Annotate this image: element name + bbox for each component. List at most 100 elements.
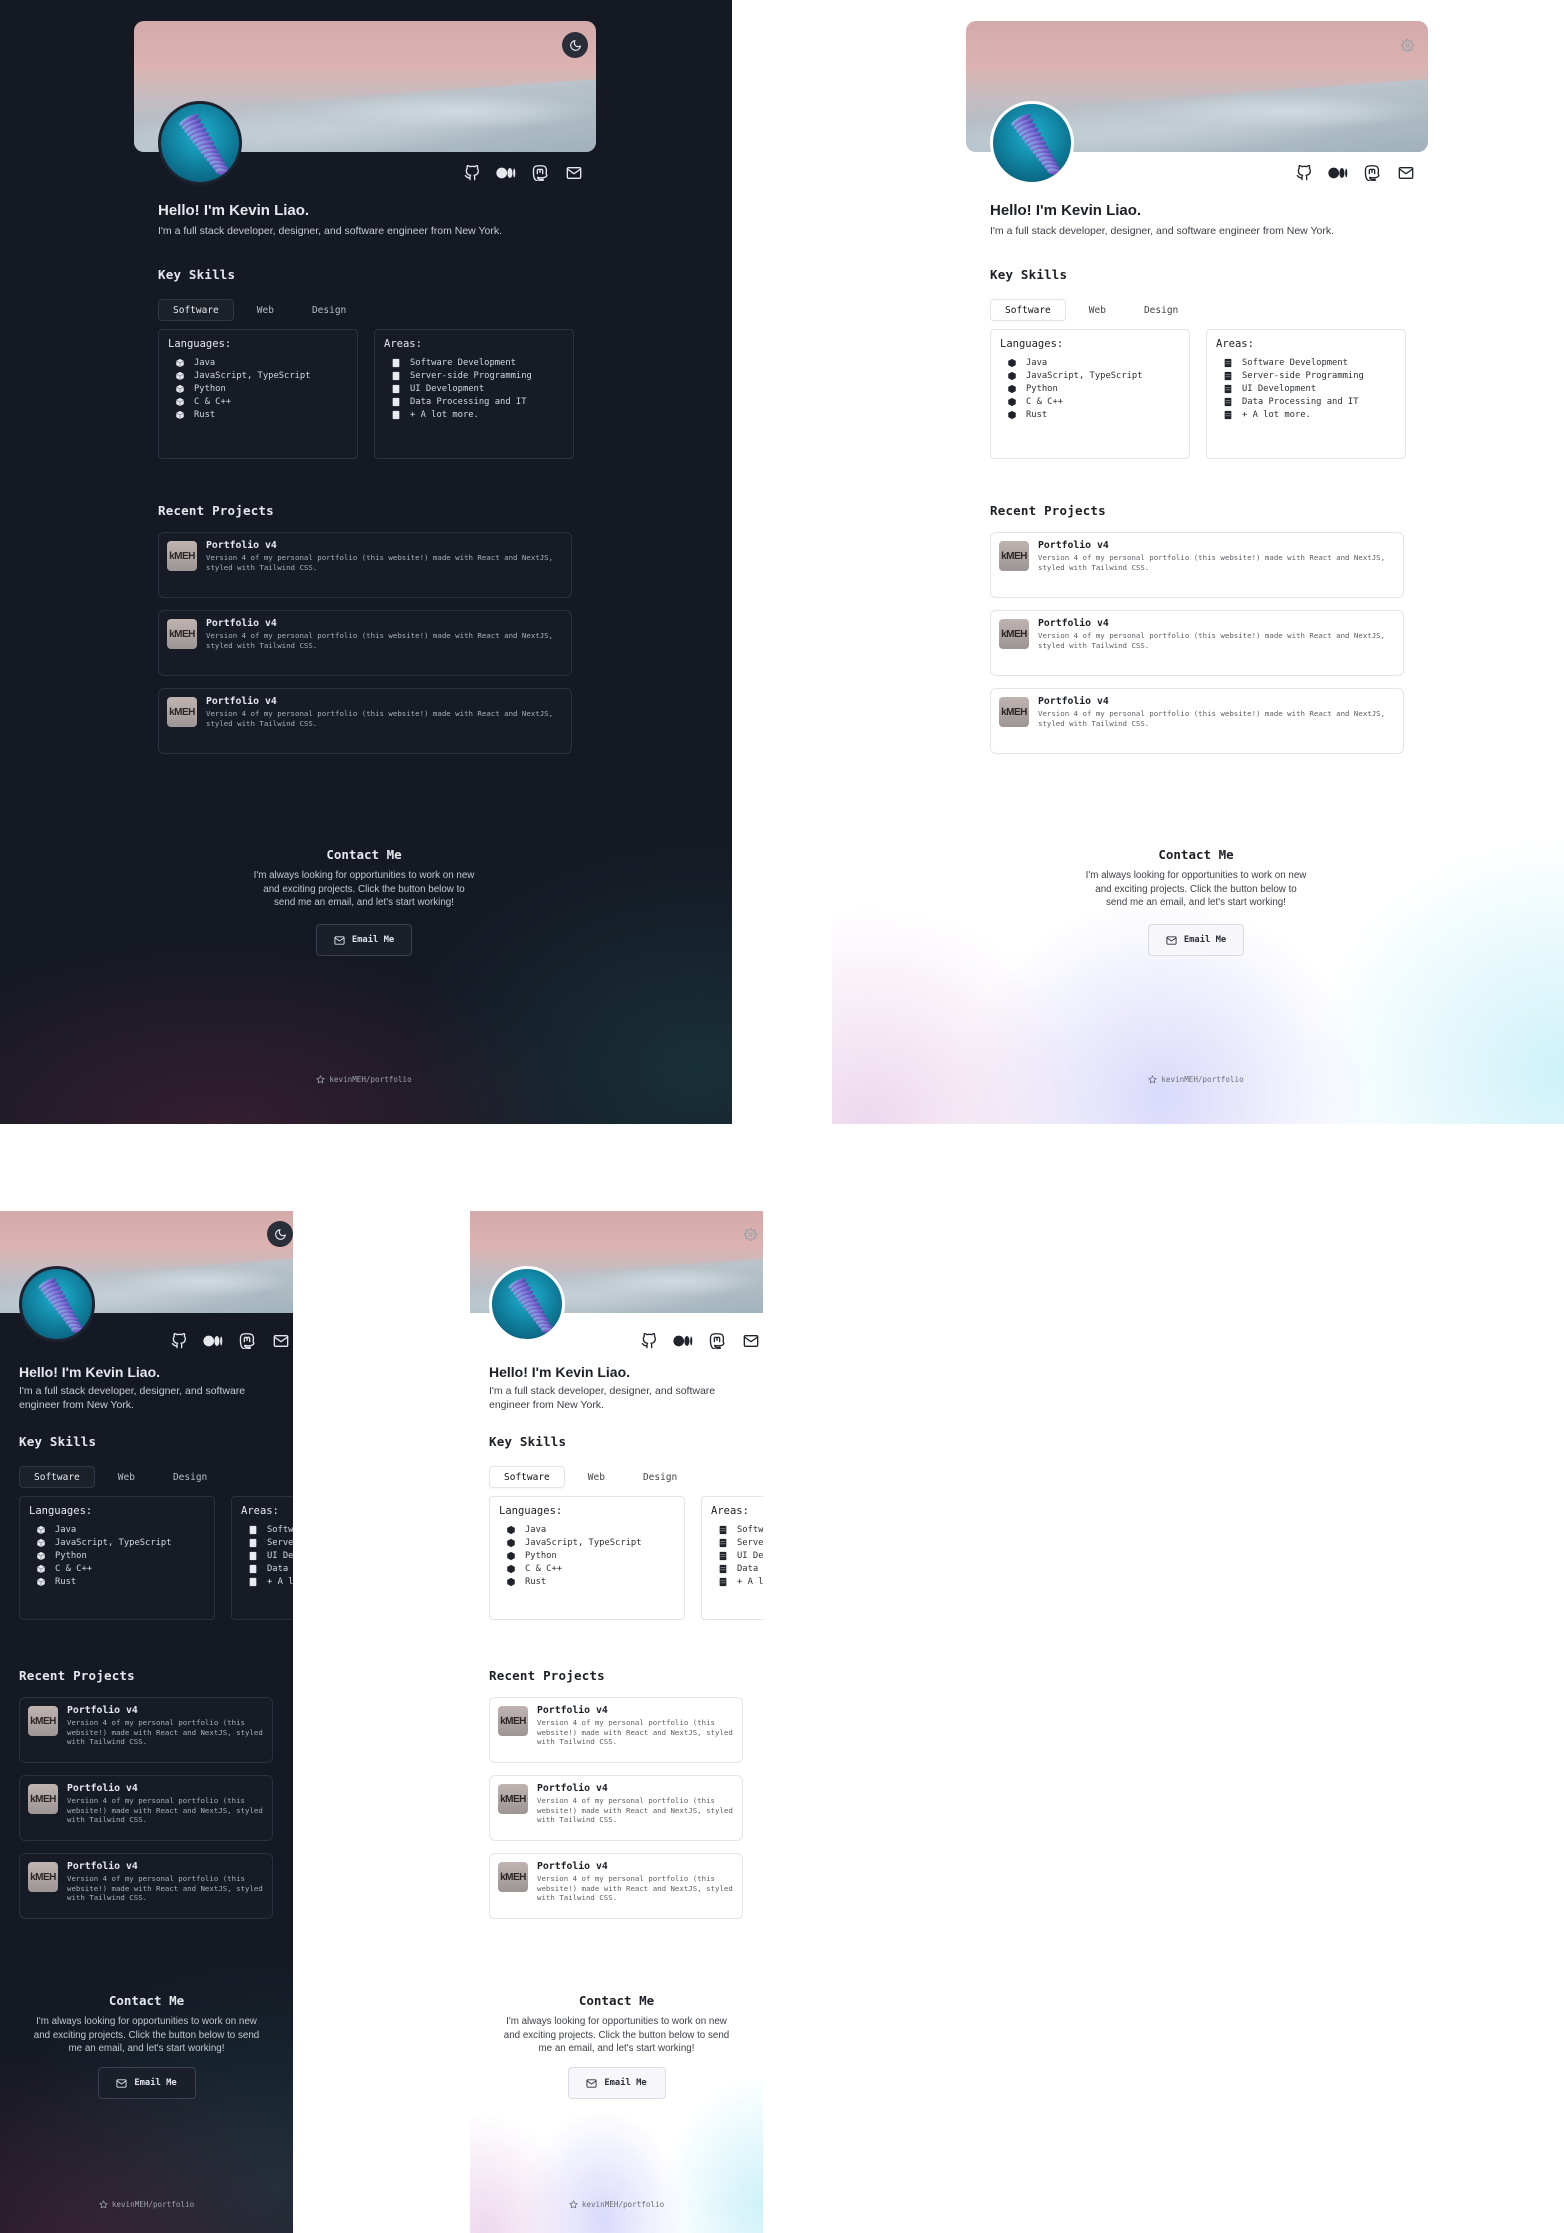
theme-toggle-button[interactable] <box>1394 32 1420 58</box>
project-card[interactable]: kMEH Portfolio v4 Version 4 of my personal… <box>990 532 1404 598</box>
theme-toggle-button[interactable] <box>267 1221 293 1247</box>
languages-title: Languages: <box>29 1505 93 1517</box>
email-icon[interactable] <box>564 163 584 183</box>
project-text: Portfolio v4 Version 4 of my personal por… <box>1038 540 1395 572</box>
github-icon[interactable] <box>169 1331 189 1351</box>
theme-toggle-button[interactable] <box>562 32 588 58</box>
project-thumbnail: kMEH <box>498 1784 528 1814</box>
project-card[interactable]: kMEH Portfolio v4 Version 4 of my personal… <box>489 1853 743 1919</box>
projects-heading: Recent Projects <box>489 1668 605 1683</box>
tab-software[interactable]: Software <box>19 1466 95 1488</box>
email-me-button[interactable]: Email Me <box>567 2067 666 2099</box>
project-description: Version 4 of my personal portfolio (this… <box>67 1874 263 1903</box>
languages-title: Languages: <box>168 338 232 350</box>
server-icon <box>391 397 401 407</box>
project-title: Portfolio v4 <box>206 540 277 551</box>
project-description: Version 4 of my personal portfolio (this… <box>1038 631 1386 650</box>
mastodon-icon[interactable] <box>707 1331 727 1351</box>
area-label: Software Development <box>1242 357 1348 368</box>
language-item: Rust <box>168 408 348 421</box>
languages-title: Languages: <box>1000 338 1064 350</box>
mastodon-icon[interactable] <box>1362 163 1382 183</box>
tab-web[interactable]: Web <box>573 1466 620 1488</box>
project-card[interactable]: kMEH Portfolio v4 Version 4 of my personal… <box>158 532 572 598</box>
contact-line: I'm always looking for opportunities to … <box>36 2016 257 2027</box>
github-icon[interactable] <box>462 163 482 183</box>
project-card[interactable]: kMEH Portfolio v4 Version 4 of my personal… <box>489 1697 743 1763</box>
tab-web[interactable]: Web <box>242 299 289 321</box>
tab-web[interactable]: Web <box>103 1466 150 1488</box>
language-label: C & C++ <box>55 1563 93 1574</box>
areas-card: Areas: Software Development Server-side Pr… <box>1206 329 1406 459</box>
server-icon <box>248 1564 258 1574</box>
project-title: Portfolio v4 <box>1038 618 1109 629</box>
gear-icon <box>1400 38 1414 52</box>
area-item: Software Development <box>711 1523 763 1536</box>
project-text: Portfolio v4 Version 4 of my personal por… <box>206 540 563 572</box>
project-card[interactable]: kMEH Portfolio v4 Version 4 of my personal… <box>158 688 572 754</box>
area-item: Data Processing and IT <box>1216 395 1396 408</box>
repo-link[interactable]: kevinMEH/portfolio <box>134 1075 594 1084</box>
project-card[interactable]: kMEH Portfolio v4 Version 4 of my personal… <box>19 1775 273 1841</box>
tab-software[interactable]: Software <box>158 299 234 321</box>
medium-icon[interactable] <box>1328 163 1348 183</box>
repo-link[interactable]: kevinMEH/portfolio <box>470 2200 763 2209</box>
project-description: Version 4 of my personal portfolio (this… <box>537 1718 733 1747</box>
project-text: Portfolio v4 Version 4 of my personal por… <box>67 1705 264 1747</box>
email-icon[interactable] <box>741 1331 761 1351</box>
contact-line: I'm always looking for opportunities to … <box>253 870 475 881</box>
project-description: Version 4 of my personal portfolio (this… <box>537 1874 733 1903</box>
medium-icon[interactable] <box>673 1331 693 1351</box>
area-label: Software Development <box>267 1524 293 1535</box>
project-card[interactable]: kMEH Portfolio v4 Version 4 of my personal… <box>158 610 572 676</box>
project-card[interactable]: kMEH Portfolio v4 Version 4 of my personal… <box>990 688 1404 754</box>
area-item: Server-side Programming <box>711 1536 763 1549</box>
tab-software[interactable]: Software <box>990 299 1066 321</box>
mastodon-icon[interactable] <box>237 1331 257 1351</box>
github-icon[interactable] <box>639 1331 659 1351</box>
email-me-button[interactable]: Email Me <box>316 924 412 956</box>
email-me-button[interactable]: Email Me <box>97 2067 196 2099</box>
project-title: Portfolio v4 <box>67 1705 138 1716</box>
theme-toggle-button[interactable] <box>737 1221 763 1247</box>
tab-design[interactable]: Design <box>158 1466 222 1488</box>
language-item: JavaScript, TypeScript <box>1000 369 1180 382</box>
project-title: Portfolio v4 <box>537 1783 608 1794</box>
cube-icon <box>506 1577 516 1587</box>
email-icon[interactable] <box>271 1331 291 1351</box>
server-icon <box>391 371 401 381</box>
email-me-button[interactable]: Email Me <box>1148 924 1244 956</box>
github-icon[interactable] <box>1294 163 1314 183</box>
project-card[interactable]: kMEH Portfolio v4 Version 4 of my personal… <box>19 1697 273 1763</box>
email-icon[interactable] <box>1396 163 1416 183</box>
project-title: Portfolio v4 <box>67 1783 138 1794</box>
tab-design[interactable]: Design <box>297 299 361 321</box>
project-card[interactable]: kMEH Portfolio v4 Version 4 of my personal… <box>990 610 1404 676</box>
tab-design[interactable]: Design <box>1129 299 1193 321</box>
tab-software[interactable]: Software <box>489 1466 565 1488</box>
medium-icon[interactable] <box>496 163 516 183</box>
contact-text: I'm always looking for opportunities to … <box>0 2015 293 2056</box>
area-item: UI Development <box>711 1549 763 1562</box>
project-text: Portfolio v4 Version 4 of my personal por… <box>67 1783 264 1825</box>
medium-icon[interactable] <box>203 1331 223 1351</box>
tab-web[interactable]: Web <box>1074 299 1121 321</box>
social-links <box>639 1331 761 1351</box>
tab-design[interactable]: Design <box>628 1466 692 1488</box>
server-icon <box>1223 384 1233 394</box>
repo-link[interactable]: kevinMEH/portfolio <box>0 2200 293 2209</box>
area-item: + A lot more. <box>1216 408 1396 421</box>
project-title: Portfolio v4 <box>537 1861 608 1872</box>
light-wide-screenshot: Hello! I'm Kevin Liao. I'm a full stack d… <box>832 0 1564 1124</box>
project-thumbnail: kMEH <box>167 697 197 727</box>
star-icon <box>99 2200 108 2209</box>
cube-icon <box>175 371 185 381</box>
mastodon-icon[interactable] <box>530 163 550 183</box>
project-text: Portfolio v4 Version 4 of my personal por… <box>537 1783 734 1825</box>
repo-link[interactable]: kevinMEH/portfolio <box>966 1075 1426 1084</box>
project-card[interactable]: kMEH Portfolio v4 Version 4 of my personal… <box>489 1775 743 1841</box>
areas-card: Areas: Software Development Server-side Pr… <box>374 329 574 459</box>
page-title: Hello! I'm Kevin Liao. <box>489 1364 631 1380</box>
area-label: Server-side Programming <box>1242 370 1364 381</box>
project-card[interactable]: kMEH Portfolio v4 Version 4 of my personal… <box>19 1853 273 1919</box>
